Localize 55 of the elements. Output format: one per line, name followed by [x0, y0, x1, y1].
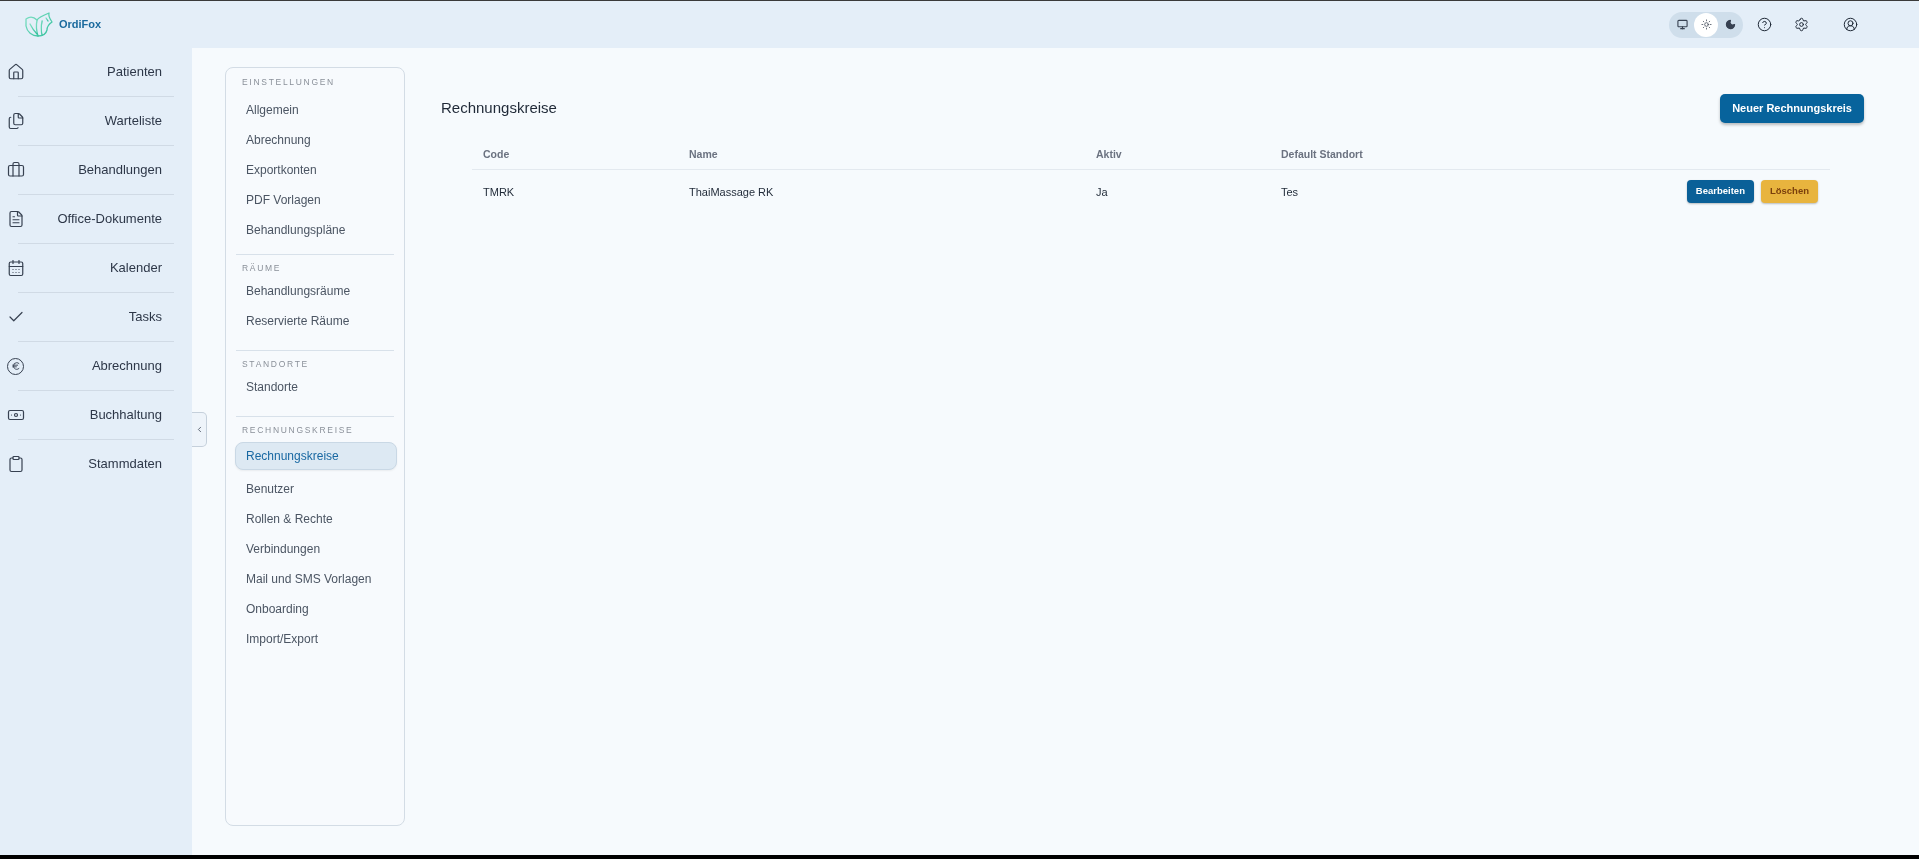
- settings-nav-item[interactable]: Onboarding: [235, 594, 397, 624]
- settings-nav-item[interactable]: Behandlungsräume: [235, 276, 397, 306]
- sidebar-item[interactable]: Patienten: [0, 48, 192, 96]
- logo-icon: [24, 12, 54, 37]
- settings-nav-item[interactable]: Rechnungskreise: [235, 442, 397, 470]
- table-cell: Ja: [1096, 186, 1108, 198]
- settings-nav-item[interactable]: Mail und SMS Vorlagen: [235, 564, 397, 594]
- settings-nav-item[interactable]: Reservierte Räume: [235, 306, 397, 336]
- sidebar-item[interactable]: Stammdaten: [0, 440, 192, 488]
- sidebar-item[interactable]: Buchhaltung: [0, 391, 192, 439]
- page-title: Rechnungskreise: [441, 98, 557, 119]
- house-icon: [7, 63, 25, 81]
- section-label: EINSTELLUNGEN: [241, 75, 336, 89]
- app-name: OrdiFox: [59, 17, 102, 33]
- theme-switch[interactable]: [1669, 11, 1743, 38]
- user-icon: [1843, 17, 1858, 32]
- settings-nav-item[interactable]: Abrechnung: [235, 125, 397, 155]
- column-header: Default Standort: [1281, 148, 1363, 160]
- settings-nav-item[interactable]: Import/Export: [235, 624, 397, 654]
- table-cell: TMRK: [483, 186, 515, 198]
- section-label: STANDORTE: [241, 357, 310, 371]
- edit-button[interactable]: Bearbeiten: [1686, 179, 1754, 203]
- column-header: Aktiv: [1096, 148, 1122, 160]
- settings-nav-item[interactable]: PDF Vorlagen: [235, 185, 397, 215]
- sidebar-item[interactable]: Tasks: [0, 293, 192, 341]
- briefcase-icon: [7, 161, 25, 179]
- sidebar-item[interactable]: Kalender: [0, 244, 192, 292]
- settings-nav-item[interactable]: Rollen & Rechte: [235, 504, 397, 534]
- sidebar-item[interactable]: Abrechnung: [0, 342, 192, 390]
- document-icon: [7, 210, 25, 228]
- help-icon: [1757, 17, 1772, 32]
- settings-icon: [1794, 17, 1809, 32]
- column-header: Name: [689, 148, 718, 160]
- monitor-icon: [1676, 19, 1688, 30]
- section-label: RÄUME: [241, 261, 283, 275]
- settings-nav-item[interactable]: Benutzer: [235, 474, 397, 504]
- sidebar-item[interactable]: Office-Dokumente: [0, 195, 192, 243]
- clipboard-icon: [7, 455, 25, 473]
- sidebar-item[interactable]: Warteliste: [0, 97, 192, 145]
- new-billing-circle-button[interactable]: Neuer Rechnungskreis: [1720, 94, 1864, 123]
- settings-nav-item[interactable]: Behandlungspläne: [235, 215, 397, 245]
- section-label: RECHNUNGSKREISE: [241, 423, 355, 437]
- table-cell: Tes: [1281, 186, 1299, 198]
- documents-icon: [7, 112, 25, 130]
- column-header: Code: [483, 148, 510, 160]
- delete-button[interactable]: Löschen: [1760, 179, 1818, 203]
- settings-nav-item[interactable]: Exportkonten: [235, 155, 397, 185]
- settings-nav-item[interactable]: Verbindungen: [235, 534, 397, 564]
- table-cell: ThaiMassage RK: [689, 186, 774, 198]
- moon-icon: [1724, 19, 1736, 30]
- sun-icon: [1700, 19, 1712, 30]
- sidebar-item[interactable]: Behandlungen: [0, 146, 192, 194]
- settings-nav-item[interactable]: Standorte: [235, 372, 397, 402]
- calendar-icon: [7, 259, 25, 277]
- settings-nav-item[interactable]: Allgemein: [235, 95, 397, 125]
